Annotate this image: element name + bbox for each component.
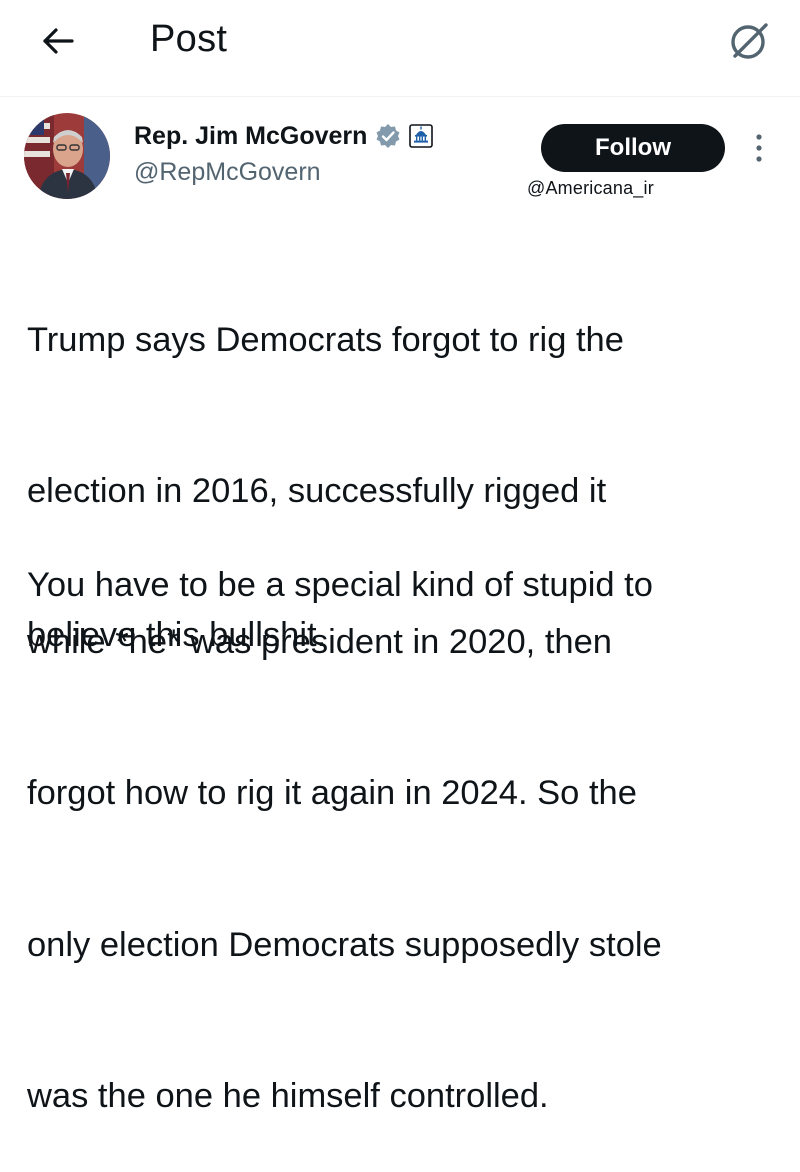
arrow-left-icon [43, 28, 74, 54]
avatar-photo [24, 113, 110, 199]
verified-badge-icon[interactable] [375, 123, 401, 149]
post-line: believe this bullshit. [27, 616, 327, 655]
grok-button[interactable] [726, 18, 772, 64]
more-options-button[interactable] [748, 130, 770, 166]
avatar[interactable] [24, 113, 110, 199]
post-line: election in 2016, successfully rigged it [27, 472, 607, 511]
grok-icon [731, 23, 768, 59]
follow-button[interactable]: Follow [541, 124, 725, 172]
government-affiliation-icon[interactable] [409, 124, 434, 148]
back-button[interactable] [36, 22, 80, 60]
post-body-paragraph-2: You have to be a special kind of stupid … [27, 560, 787, 661]
author-name[interactable]: Rep. Jim McGovern [134, 122, 367, 151]
post-line: You have to be a special kind of stupid … [27, 566, 653, 604]
top-bar: Post [0, 0, 800, 94]
watermark-text: @Americana_ir [527, 178, 654, 198]
more-vertical-icon [756, 134, 762, 162]
author-name-row: Rep. Jim McGovern [134, 120, 434, 152]
header-divider [0, 96, 800, 97]
post-line: only election Democrats supposedly stole [27, 925, 662, 964]
author-handle[interactable]: @RepMcGovern [134, 158, 321, 187]
post-line: Trump says Democrats forgot to rig the [27, 320, 624, 359]
post-line: forgot how to rig it again in 2024. So t… [27, 774, 637, 813]
post-line: was the one he himself controlled. [27, 1076, 549, 1115]
post-body: Trump says Democrats forgot to rig the e… [27, 214, 787, 1172]
page-title: Post [150, 18, 228, 60]
